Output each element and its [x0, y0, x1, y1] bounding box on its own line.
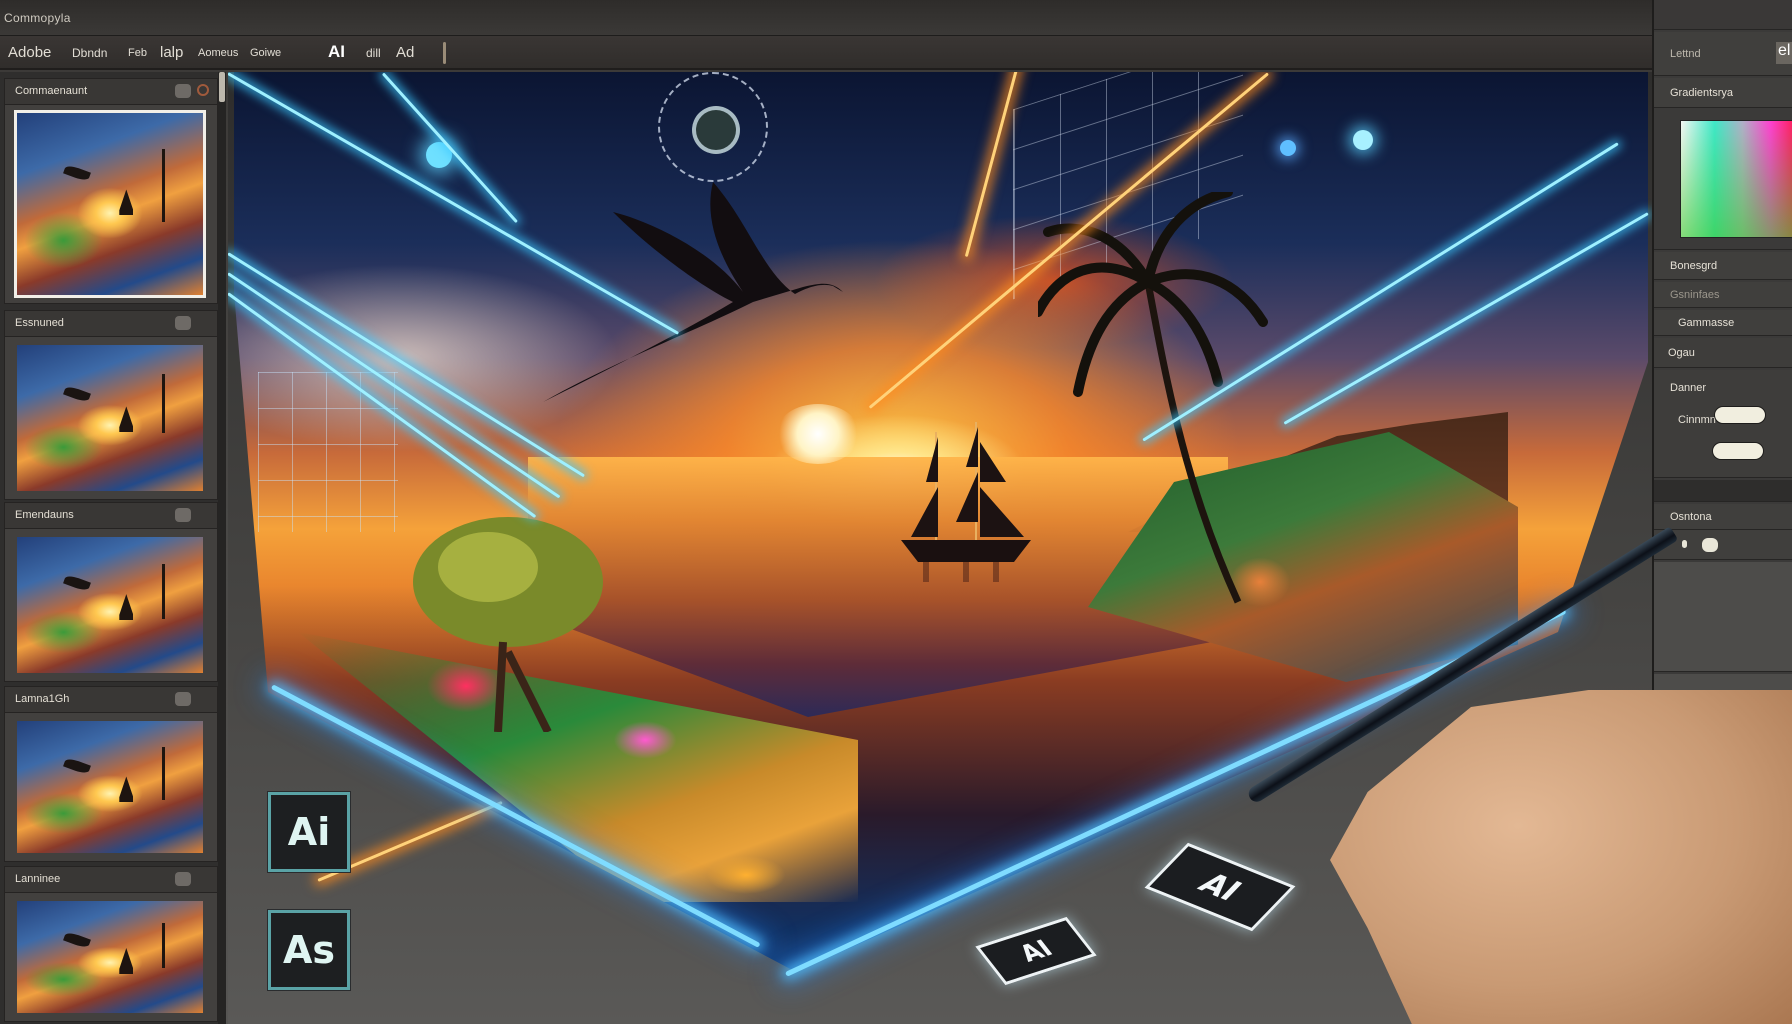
- layer-card[interactable]: Emendauns: [4, 502, 218, 682]
- properties-row[interactable]: Lettnd el: [1654, 32, 1792, 76]
- layer-card-header: Essnuned: [5, 311, 217, 337]
- menu-item-ad[interactable]: Ad: [396, 44, 414, 61]
- layer-card-header: Emendauns: [5, 503, 217, 529]
- value-field[interactable]: [1712, 442, 1764, 460]
- palm-tree: [1038, 192, 1268, 604]
- color-picker[interactable]: [1680, 120, 1792, 238]
- menu-item-adobe[interactable]: Adobe: [8, 44, 51, 61]
- palm-icon: [162, 747, 166, 801]
- menu-item-6[interactable]: Goiwe: [250, 47, 281, 59]
- bird-icon: [62, 930, 91, 949]
- holographic-ring-icon: [658, 72, 768, 182]
- properties-row: Danner Cinnmn: [1654, 370, 1792, 478]
- ship-icon: [119, 189, 134, 216]
- ship-icon: [119, 948, 134, 975]
- menu-bar: Adobe Dbndn Feb lalp Aomeus Goiwe AI dil…: [0, 36, 1792, 70]
- value-field[interactable]: [1714, 406, 1766, 424]
- layer-card[interactable]: Commaenaunt: [4, 78, 218, 304]
- slider-dot-icon: [1682, 540, 1687, 548]
- lock-icon[interactable]: [197, 84, 209, 96]
- layers-panel: Commaenaunt Essnuned Emendauns Lamna1Gh …: [0, 72, 226, 1024]
- illustrator-app-icon[interactable]: Ai: [268, 792, 350, 872]
- color-picker-section: [1654, 108, 1792, 250]
- properties-label: Gammasse: [1678, 317, 1735, 329]
- layer-name: Emendauns: [15, 509, 74, 521]
- as-app-icon[interactable]: As: [268, 910, 350, 990]
- visibility-icon[interactable]: [175, 872, 191, 886]
- properties-label: Lettnd: [1670, 48, 1701, 60]
- scrollbar-thumb[interactable]: [219, 72, 225, 102]
- layer-thumbnail[interactable]: [17, 721, 203, 853]
- layer-card-header: Lanninee: [5, 867, 217, 893]
- menu-item-5[interactable]: Aomeus: [198, 47, 238, 59]
- menu-item-4[interactable]: lalp: [160, 44, 183, 61]
- sailing-ship: [901, 422, 1031, 582]
- visibility-icon[interactable]: [175, 508, 191, 522]
- bird-icon: [62, 756, 91, 775]
- divider-row: [1654, 480, 1792, 502]
- palm-icon: [162, 923, 166, 969]
- panel-header: [1654, 0, 1792, 30]
- palm-icon: [162, 564, 166, 619]
- properties-label: Osntona: [1670, 511, 1712, 523]
- palm-icon: [162, 149, 166, 223]
- ship-icon: [119, 594, 134, 621]
- layer-thumbnail[interactable]: [17, 345, 203, 491]
- properties-label: Ogau: [1668, 347, 1695, 359]
- menu-item-3[interactable]: Feb: [128, 47, 147, 59]
- sun: [776, 404, 860, 464]
- glow-orb: [1353, 130, 1373, 150]
- layer-name: Lanninee: [15, 873, 61, 885]
- properties-label: Danner: [1670, 382, 1707, 394]
- properties-label: Cinnmn: [1678, 414, 1716, 426]
- gradient-section-label: Gradientsrya: [1670, 87, 1733, 99]
- layer-card-header: Commaenaunt: [5, 79, 217, 105]
- mini-toggle[interactable]: [1702, 538, 1718, 552]
- tree: [413, 517, 603, 732]
- menu-divider: [443, 42, 446, 64]
- ship-icon: [119, 406, 134, 433]
- properties-row[interactable]: Gsninfaes: [1654, 282, 1792, 308]
- menu-item-ai[interactable]: AI: [328, 42, 345, 62]
- palm-icon: [162, 374, 166, 433]
- glow-orb: [1280, 140, 1296, 156]
- layer-thumbnail[interactable]: [14, 110, 206, 298]
- menu-item-2[interactable]: Dbndn: [72, 46, 107, 60]
- layer-card[interactable]: Essnuned: [4, 310, 218, 500]
- menu-item-8[interactable]: dill: [366, 46, 381, 60]
- bird-icon: [62, 384, 91, 403]
- gradient-section-header[interactable]: Gradientsrya: [1654, 78, 1792, 108]
- properties-row[interactable]: Ogau: [1654, 338, 1792, 368]
- layers-scrollbar[interactable]: [218, 72, 226, 1024]
- window-title: Commopyla: [4, 11, 71, 25]
- properties-badge[interactable]: el: [1776, 42, 1792, 64]
- visibility-icon[interactable]: [175, 692, 191, 706]
- properties-row[interactable]: Osntona: [1654, 504, 1792, 530]
- properties-label: Bonesgrd: [1670, 260, 1718, 272]
- layer-card[interactable]: Lamna1Gh: [4, 686, 218, 862]
- wireframe-grid: [258, 372, 398, 532]
- layer-name: Commaenaunt: [15, 85, 88, 97]
- visibility-icon[interactable]: [175, 84, 191, 98]
- bird-silhouette: [543, 182, 843, 402]
- layer-card-header: Lamna1Gh: [5, 687, 217, 713]
- properties-row[interactable]: Bonesgrd: [1654, 252, 1792, 280]
- ship-icon: [119, 776, 134, 803]
- title-bar: Commopyla: [0, 0, 1792, 36]
- empty-panel-area: [1654, 562, 1792, 672]
- layer-name: Lamna1Gh: [15, 693, 70, 705]
- layer-thumbnail[interactable]: [17, 901, 203, 1013]
- layer-thumbnail[interactable]: [17, 537, 203, 673]
- bird-icon: [62, 163, 91, 182]
- visibility-icon[interactable]: [175, 316, 191, 330]
- bird-icon: [62, 573, 91, 592]
- layer-name: Essnuned: [15, 317, 64, 329]
- layer-card[interactable]: Lanninee: [4, 866, 218, 1022]
- properties-label: Gsninfaes: [1670, 289, 1720, 301]
- properties-row[interactable]: Gammasse: [1654, 310, 1792, 336]
